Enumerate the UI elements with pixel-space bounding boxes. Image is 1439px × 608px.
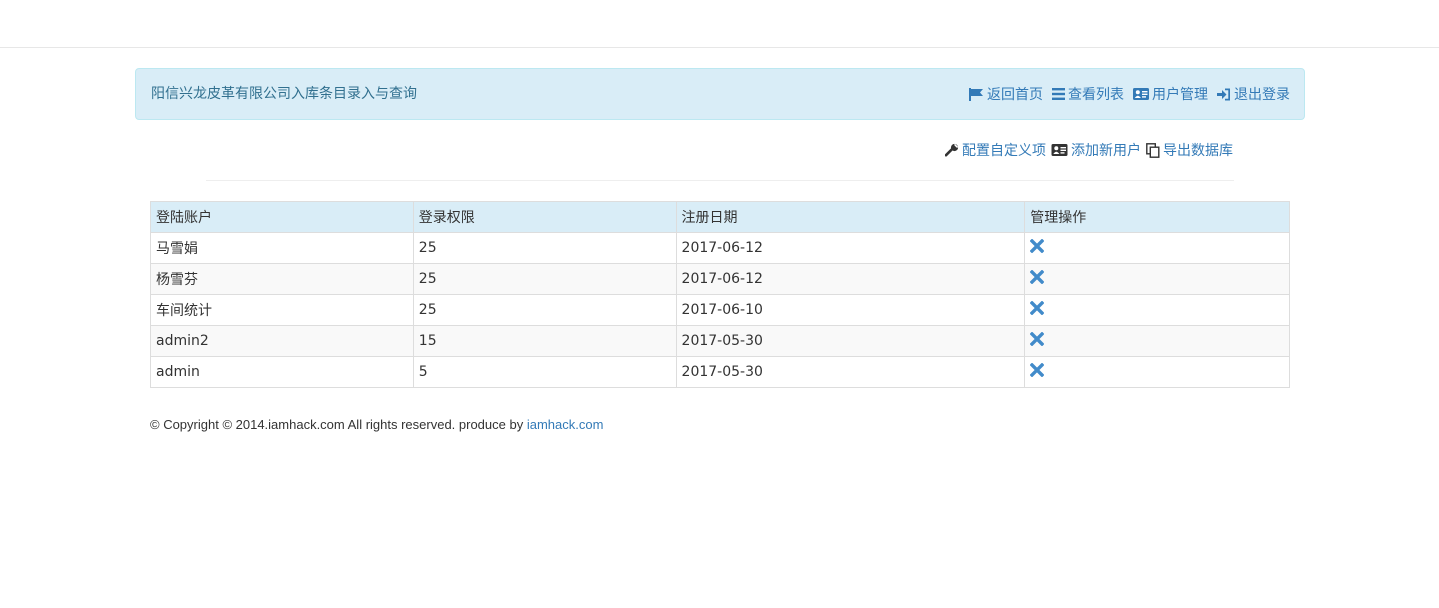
cell-actions <box>1024 232 1290 264</box>
wrench-icon <box>945 143 959 157</box>
header-panel: 阳信兴龙皮革有限公司入库条目录入与查询 返回首页 查看列表 用户管理 退出登录 <box>135 68 1305 120</box>
cell-date: 2017-06-12 <box>675 232 1026 264</box>
cell-date: 2017-05-30 <box>675 356 1026 388</box>
nav-list-label: 查看列表 <box>1068 87 1124 103</box>
footer-link[interactable]: iamhack.com <box>527 417 604 432</box>
nav-user-management-link[interactable]: 用户管理 <box>1133 84 1208 104</box>
table-row: 杨雪芬 25 2017-06-12 <box>150 263 1290 295</box>
cell-date: 2017-06-12 <box>675 263 1026 295</box>
cell-permission: 5 <box>412 356 677 388</box>
header-nav: 返回首页 查看列表 用户管理 退出登录 <box>969 69 1290 119</box>
cell-actions <box>1024 263 1290 295</box>
cell-account: 车间统计 <box>150 294 414 326</box>
log-in-icon <box>1217 88 1230 100</box>
vcard-icon <box>1133 88 1149 100</box>
delete-icon[interactable] <box>1029 269 1045 288</box>
nav-logout-link[interactable]: 退出登录 <box>1217 84 1290 104</box>
copyright-text: © Copyright © 2014.iamhack.com All right… <box>150 417 527 432</box>
table-row: admin 5 2017-05-30 <box>150 356 1290 388</box>
add-user-link[interactable]: 添加新用户 <box>1051 140 1141 160</box>
column-header-actions: 管理操作 <box>1024 201 1290 233</box>
cell-permission: 15 <box>412 325 677 357</box>
export-database-label: 导出数据库 <box>1163 143 1233 159</box>
divider <box>206 180 1234 181</box>
table-row: admin2 15 2017-05-30 <box>150 325 1290 357</box>
nav-user-management-label: 用户管理 <box>1152 87 1208 103</box>
cell-permission: 25 <box>412 232 677 264</box>
cell-permission: 25 <box>412 294 677 326</box>
flag-icon <box>969 87 983 101</box>
table-row: 马雪娟 25 2017-06-12 <box>150 232 1290 264</box>
nav-logout-label: 退出登录 <box>1234 87 1290 103</box>
delete-icon[interactable] <box>1029 362 1045 381</box>
nav-home-link[interactable]: 返回首页 <box>969 84 1043 104</box>
cell-actions <box>1024 356 1290 388</box>
column-header-date: 注册日期 <box>675 201 1026 233</box>
copy-icon <box>1146 142 1160 158</box>
cell-account: 马雪娟 <box>150 232 414 264</box>
cell-permission: 25 <box>412 263 677 295</box>
cell-date: 2017-05-30 <box>675 325 1026 357</box>
export-database-link[interactable]: 导出数据库 <box>1146 140 1233 160</box>
table-header-row: 登陆账户 登录权限 注册日期 管理操作 <box>150 201 1290 233</box>
cell-account: 杨雪芬 <box>150 263 414 295</box>
page-title: 阳信兴龙皮革有限公司入库条目录入与查询 <box>151 86 417 102</box>
users-table: 登陆账户 登录权限 注册日期 管理操作 马雪娟 25 2017-06-12 杨雪… <box>150 201 1290 388</box>
delete-icon[interactable] <box>1029 238 1045 257</box>
cell-account: admin2 <box>150 325 414 357</box>
top-navbar <box>0 0 1439 48</box>
config-custom-items-link[interactable]: 配置自定义项 <box>945 140 1046 160</box>
config-custom-items-label: 配置自定义项 <box>962 143 1046 159</box>
delete-icon[interactable] <box>1029 331 1045 350</box>
cell-date: 2017-06-10 <box>675 294 1026 326</box>
table-row: 车间统计 25 2017-06-10 <box>150 294 1290 326</box>
nav-list-link[interactable]: 查看列表 <box>1052 84 1124 104</box>
column-header-account: 登陆账户 <box>150 201 414 233</box>
delete-icon[interactable] <box>1029 300 1045 319</box>
footer: © Copyright © 2014.iamhack.com All right… <box>150 417 603 432</box>
toolbar: 配置自定义项 添加新用户 导出数据库 <box>945 138 1233 162</box>
cell-account: admin <box>150 356 414 388</box>
nav-home-label: 返回首页 <box>987 87 1043 103</box>
cell-actions <box>1024 325 1290 357</box>
list-icon <box>1052 88 1065 100</box>
vcard-icon <box>1051 144 1068 156</box>
cell-actions <box>1024 294 1290 326</box>
add-user-label: 添加新用户 <box>1071 143 1141 159</box>
column-header-permission: 登录权限 <box>412 201 677 233</box>
